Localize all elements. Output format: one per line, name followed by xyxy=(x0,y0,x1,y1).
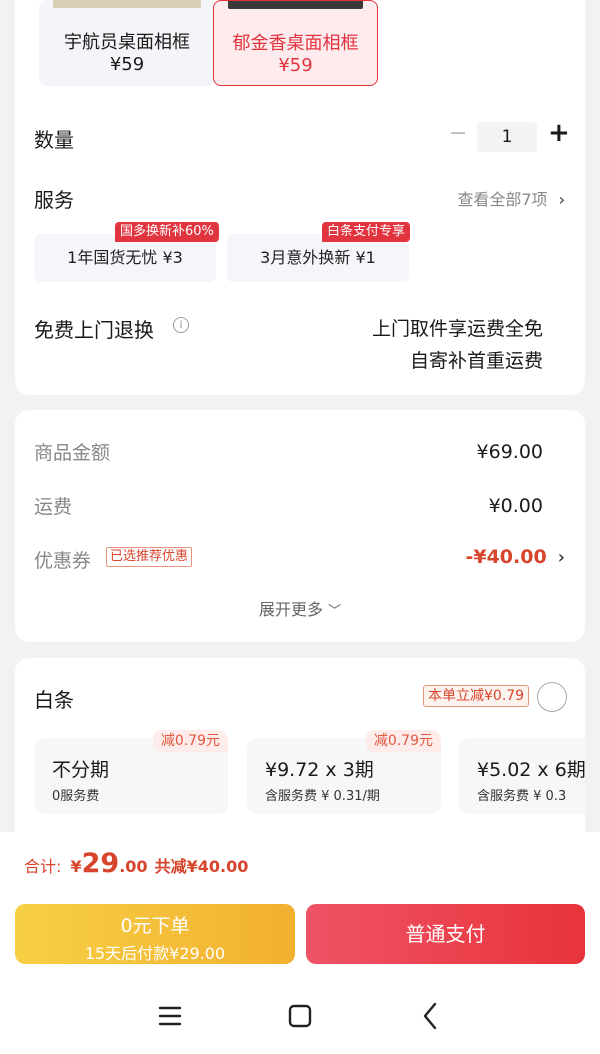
variant-name: 宇航员桌面相框 xyxy=(64,32,190,53)
coupon-selector[interactable]: -¥40.00 › xyxy=(465,546,565,568)
home-icon[interactable] xyxy=(280,990,320,1042)
quantity-minus-button[interactable]: − xyxy=(449,121,467,146)
coupon-value: -¥40.00 xyxy=(465,546,547,568)
baitiao-label: 白条 xyxy=(34,688,74,712)
total-summary: 合计: ¥29.00 共减¥40.00 xyxy=(24,848,248,879)
installment-option-none[interactable]: 不分期 0服务费 减0.79元 xyxy=(34,730,228,814)
total-decimal: .00 xyxy=(119,857,148,876)
total-saved: 共减¥40.00 xyxy=(154,857,249,876)
installment-main: ¥5.02 x 6期 xyxy=(477,759,585,781)
service-option-label: 3月意外换新 ¥1 xyxy=(260,248,376,267)
fee-card: 商品金额 ¥69.00 运费 ¥0.00 优惠券 已选推荐优惠 -¥40.00 … xyxy=(15,410,585,642)
zero-order-button[interactable]: 0元下单 15天后付款¥29.00 xyxy=(15,904,295,964)
back-icon[interactable] xyxy=(410,990,450,1042)
service-option-label: 1年国货无忧 ¥3 xyxy=(67,248,183,267)
variant-tulip-selected[interactable]: 郁金香桌面相框 ¥59 xyxy=(213,0,378,86)
installment-main: 不分期 xyxy=(52,759,110,781)
shipping-label: 运费 xyxy=(34,496,73,518)
service-label: 服务 xyxy=(34,188,74,212)
chevron-down-icon: ﹀ xyxy=(328,604,342,619)
shipping-value: ¥0.00 xyxy=(488,495,543,517)
normal-pay-button[interactable]: 普通支付 xyxy=(306,904,585,964)
zero-order-sublabel: 15天后付款¥29.00 xyxy=(84,944,226,963)
baitiao-discount-badge: 本单立减¥0.79 xyxy=(423,685,530,707)
goods-amount-label: 商品金额 xyxy=(34,442,111,464)
menu-icon[interactable] xyxy=(150,990,190,1042)
installment-cut-badge: 减0.79元 xyxy=(152,730,228,752)
total-currency: ¥ xyxy=(70,857,82,876)
installment-option-6[interactable]: ¥5.02 x 6期 含服务费 ¥ 0.3 xyxy=(459,738,585,814)
installment-cut-badge: 减0.79元 xyxy=(365,730,441,752)
installment-sub: 含服务费 ¥ 0.31/期 xyxy=(265,789,380,804)
installment-sub: 0服务费 xyxy=(52,789,100,804)
product-options-card: 宇航员桌面相框 ¥59 郁金香桌面相框 ¥59 数量 − 1 + 服务 查看全部… xyxy=(15,0,585,395)
variant-astronaut[interactable]: 宇航员桌面相框 ¥59 xyxy=(39,0,215,86)
quantity-plus-button[interactable]: + xyxy=(548,118,570,148)
info-icon[interactable]: i xyxy=(173,317,189,333)
normal-pay-label: 普通支付 xyxy=(405,922,486,946)
variant-price: ¥59 xyxy=(109,54,145,75)
installment-sub: 含服务费 ¥ 0.3 xyxy=(477,789,567,804)
expand-more-text: 展开更多 xyxy=(258,600,323,619)
total-label: 合计: xyxy=(24,857,62,876)
installment-option-3[interactable]: ¥9.72 x 3期 含服务费 ¥ 0.31/期 减0.79元 xyxy=(247,730,441,814)
free-return-line1: 上门取件享运费全免 xyxy=(371,318,543,340)
quantity-label: 数量 xyxy=(34,128,74,152)
service-accident-tag: 白条支付专享 xyxy=(322,222,411,242)
total-integer: 29 xyxy=(81,848,120,879)
goods-amount-value: ¥69.00 xyxy=(476,441,543,463)
coupon-label: 优惠券 xyxy=(34,550,92,572)
variant-price: ¥59 xyxy=(278,55,313,76)
free-return-label: 免费上门退换 xyxy=(34,318,154,342)
expand-more-button[interactable]: 展开更多 ﹀ xyxy=(15,596,585,620)
quantity-input[interactable]: 1 xyxy=(477,122,537,152)
free-return-line2: 自寄补首重运费 xyxy=(409,350,543,372)
variant-name: 郁金香桌面相框 xyxy=(232,33,359,54)
view-all-text: 查看全部7项 xyxy=(457,190,548,209)
zero-order-label: 0元下单 xyxy=(120,915,190,937)
baitiao-radio[interactable] xyxy=(537,682,567,712)
coupon-badge: 已选推荐优惠 xyxy=(106,547,193,567)
variant-thumbnail xyxy=(228,1,363,9)
baitiao-card: 白条 本单立减¥0.79 不分期 0服务费 减0.79元 ¥9.72 x 3期 … xyxy=(15,658,585,848)
chevron-right-icon: › xyxy=(558,190,565,209)
variant-thumbnail xyxy=(53,0,201,8)
chevron-right-icon: › xyxy=(557,547,565,568)
service-warranty-tag: 国多换新补60% xyxy=(115,222,219,242)
service-view-all-link[interactable]: 查看全部7项 › xyxy=(457,186,565,210)
installment-main: ¥9.72 x 3期 xyxy=(265,759,374,781)
